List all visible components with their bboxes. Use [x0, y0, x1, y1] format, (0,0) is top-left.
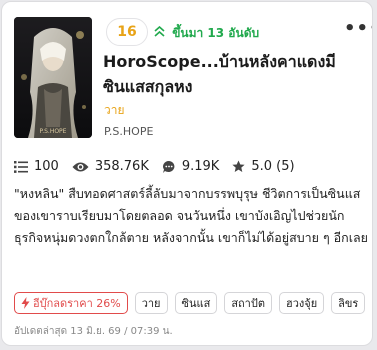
rank-change-label: ขึ้นมา 13 อันดับ: [172, 26, 260, 40]
cover-author-text: P.S.HOPE: [40, 128, 67, 135]
tag-item[interactable]: ซินแส: [174, 292, 218, 314]
last-updated: อัปเดตล่าสุด 13 มิ.ย. 69 / 07:39 น.: [14, 326, 173, 337]
comment-icon: [162, 160, 175, 173]
tag-item[interactable]: สถาปัต: [224, 292, 272, 314]
chapters-count: 100: [34, 159, 59, 174]
comments-stat: 9.19K: [162, 159, 219, 174]
description: "หงหลิน" สืบทอดศาสตร์ลี้ลับมาจากบรรพบุรุ…: [14, 186, 368, 245]
tag-discount[interactable]: อีบุ๊กลดราคา 26%: [14, 292, 128, 314]
views-stat: 358.76K: [72, 159, 149, 174]
chapters-stat: 100: [14, 159, 59, 174]
more-icon[interactable]: •••: [344, 18, 372, 39]
eye-icon: [72, 162, 89, 171]
rating-stat: 5.0 (5): [232, 159, 295, 174]
arrow-up-icon: [154, 25, 169, 40]
list-icon: [14, 160, 28, 173]
tag-discount-label: อีบุ๊กลดราคา 26%: [33, 296, 121, 310]
lightning-icon: [21, 297, 30, 309]
tag-list: อีบุ๊กลดราคา 26% วาย ซินแส สถาปัต ฮวงจุ้…: [14, 292, 372, 314]
tag-item[interactable]: ฮวงจุ้ย: [279, 292, 325, 314]
rating-value: 5.0 (5): [251, 159, 295, 174]
tag-item[interactable]: ลิขร: [331, 292, 366, 314]
tag-item[interactable]: วาย: [134, 292, 168, 314]
views-count: 358.76K: [94, 159, 149, 174]
novel-title[interactable]: HoroScope...บ้านหลังคาแดงมี ซินแสสกุลหง: [103, 49, 363, 99]
comments-count: 9.19K: [181, 159, 220, 174]
rank-badge: 16: [106, 18, 148, 46]
novel-card[interactable]: P.S.HOPE 16 ขึ้นมา 13 อันดับ ••• HoroSco…: [1, 1, 373, 346]
genre-label[interactable]: วาย: [104, 101, 125, 120]
author-name[interactable]: P.S.HOPE: [104, 125, 153, 138]
rank-change: ขึ้นมา 13 อันดับ: [154, 24, 259, 43]
cover-image[interactable]: P.S.HOPE: [14, 17, 92, 138]
title-line-2: ซินแสสกุลหง: [103, 77, 193, 96]
title-line-1: HoroScope...บ้านหลังคาแดงมี: [103, 52, 336, 71]
star-icon: [232, 160, 245, 172]
stats-row: 100 358.76K 9.19K 5.0 (5): [14, 159, 308, 174]
